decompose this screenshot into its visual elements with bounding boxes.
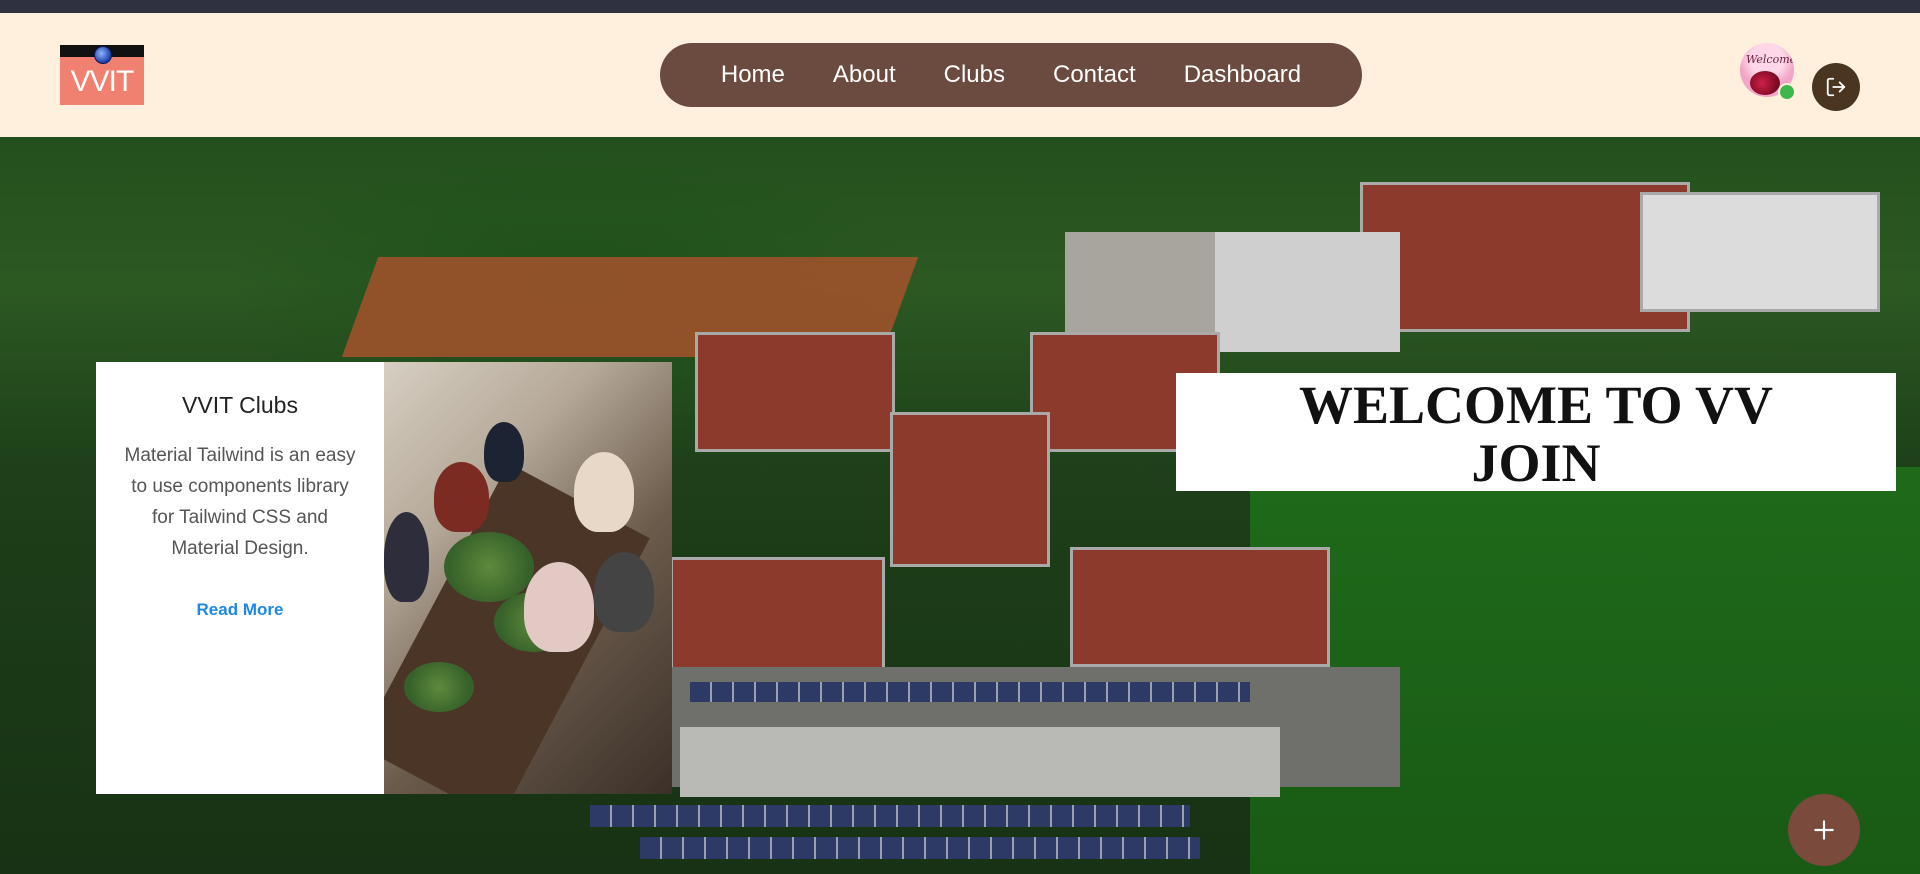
logout-icon xyxy=(1826,77,1846,97)
hero-roof xyxy=(680,727,1280,797)
photo-person xyxy=(384,512,429,602)
hero-roof xyxy=(1065,232,1215,332)
navbar: VVIT Home About Clubs Contact Dashboard … xyxy=(0,13,1920,137)
logo-text: VVIT xyxy=(70,65,135,98)
add-button[interactable] xyxy=(1788,794,1860,866)
read-more-link[interactable]: Read More xyxy=(96,600,384,620)
globe-icon xyxy=(94,46,112,64)
club-card: VVIT Clubs Material Tailwind is an easy … xyxy=(96,362,672,794)
logout-button[interactable] xyxy=(1812,63,1860,111)
hero-building xyxy=(1640,192,1880,312)
nav-contact[interactable]: Contact xyxy=(1029,61,1160,89)
avatar-text: Welcome xyxy=(1746,53,1794,66)
photo-plant xyxy=(444,532,534,602)
welcome-line-2: JOIN xyxy=(1471,433,1601,493)
hero-building xyxy=(670,557,885,677)
hero-building xyxy=(695,332,895,452)
site-logo[interactable]: VVIT xyxy=(60,45,144,105)
hero-building xyxy=(890,412,1050,567)
plus-icon xyxy=(1814,820,1834,840)
solar-panels xyxy=(590,805,1190,827)
browser-top-strip xyxy=(0,0,1920,13)
club-card-description: Material Tailwind is an easy to use comp… xyxy=(124,445,356,559)
nav-clubs[interactable]: Clubs xyxy=(920,61,1029,89)
nav-home[interactable]: Home xyxy=(697,61,809,89)
photo-person xyxy=(594,552,654,632)
photo-plant xyxy=(404,662,474,712)
club-photo xyxy=(384,362,672,794)
solar-panels xyxy=(690,682,1250,702)
photo-person xyxy=(574,452,634,532)
nav-about[interactable]: About xyxy=(809,61,920,89)
hero-building xyxy=(1070,547,1330,667)
main-nav: Home About Clubs Contact Dashboard xyxy=(660,43,1362,107)
club-card-title: VVIT Clubs xyxy=(182,392,298,418)
online-status-dot xyxy=(1778,83,1796,101)
hero-section: VVIT Clubs Material Tailwind is an easy … xyxy=(0,137,1920,874)
photo-person xyxy=(434,462,489,532)
hero-roof xyxy=(1200,232,1400,352)
solar-panels xyxy=(640,837,1200,859)
nav-dashboard[interactable]: Dashboard xyxy=(1160,61,1325,89)
club-card-body: VVIT Clubs Material Tailwind is an easy … xyxy=(96,362,384,794)
photo-person xyxy=(484,422,524,482)
welcome-line-1: WELCOME TO VV xyxy=(1298,375,1774,435)
photo-person xyxy=(524,562,594,652)
welcome-banner: WELCOME TO VV JOIN xyxy=(1176,373,1896,493)
flower-icon xyxy=(1750,71,1780,95)
